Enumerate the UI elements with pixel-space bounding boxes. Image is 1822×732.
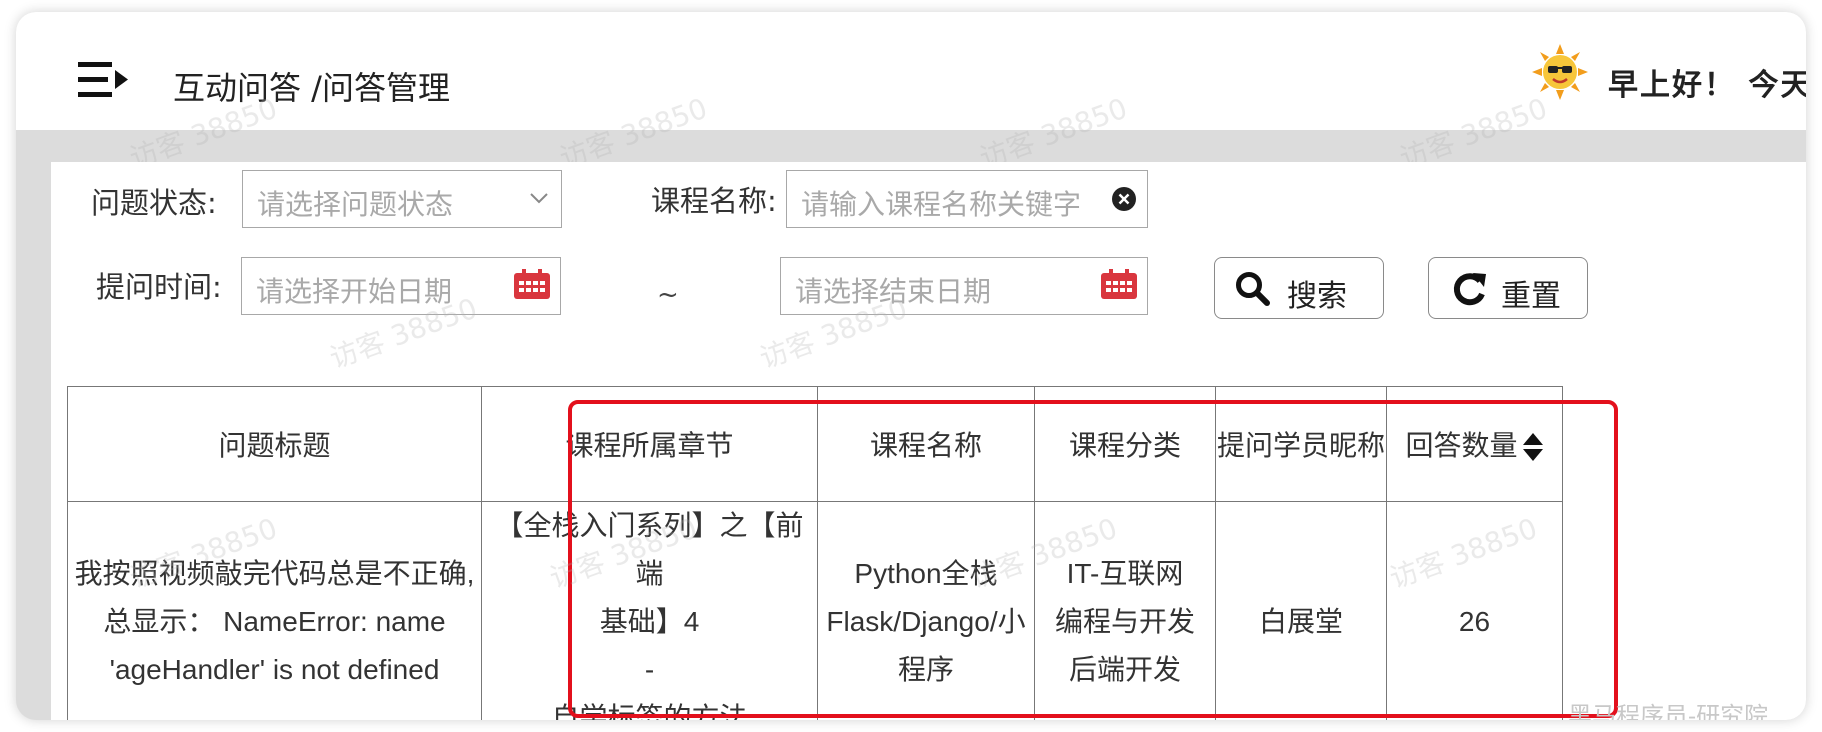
status-select[interactable]: 请选择问题状态 — [242, 170, 562, 228]
course-name-input[interactable]: 请输入课程名称关键字 — [786, 170, 1148, 228]
range-separator: ~ — [657, 280, 679, 310]
column-header-category: 课程分类 — [1034, 386, 1216, 502]
column-header-chapter: 课程所属章节 — [481, 386, 818, 502]
greeting-text: 早上好！ 今天 — [1608, 68, 1806, 103]
time-label: 提问时间: — [96, 270, 222, 304]
status-placeholder: 请选择问题状态 — [257, 188, 454, 221]
start-date-input[interactable]: 请选择开始日期 — [241, 257, 561, 315]
end-date-input[interactable]: 请选择结束日期 — [780, 257, 1148, 315]
sort-icon[interactable] — [1522, 432, 1544, 462]
reset-button[interactable]: 重置 — [1428, 257, 1588, 319]
column-header-answers-label: 回答数量 — [1405, 429, 1518, 462]
breadcrumb: 互动问答 /问答管理 — [173, 69, 450, 107]
nickname-cell: 白展堂 — [1215, 501, 1387, 720]
calendar-icon[interactable] — [1099, 269, 1139, 301]
chevron-down-icon — [530, 193, 548, 204]
clear-icon[interactable] — [1111, 186, 1137, 212]
reset-button-label: 重置 — [1501, 279, 1561, 314]
column-header-title: 问题标题 — [67, 386, 482, 502]
course-name-label: 课程名称: — [651, 184, 777, 218]
status-label: 问题状态: — [91, 186, 217, 220]
calendar-icon[interactable] — [512, 269, 552, 301]
brand-watermark: 黑马程序员-研究院 — [1568, 702, 1769, 720]
menu-toggle-icon[interactable] — [78, 60, 130, 100]
column-header-nickname: 提问学员昵称 — [1215, 386, 1387, 502]
search-icon — [1236, 272, 1270, 306]
table-row[interactable]: 我按照视频敲完代码总是不正确, 总显示： NameError: name 'ag… — [67, 501, 1563, 720]
app-window: 互动问答 /问答管理 早上好！ 今天 访客 38850 访客 38850 访客 … — [16, 12, 1806, 720]
column-header-answers[interactable]: 回答数量 — [1386, 386, 1563, 502]
search-button[interactable]: 搜索 — [1214, 257, 1384, 319]
course-name-cell: Python全栈 Flask/Django/小 程序 — [817, 501, 1035, 720]
questions-table: 问题标题 课程所属章节 课程名称 课程分类 提问学员昵称 回答数量 我按照视频敲… — [67, 386, 1563, 720]
table-header-row: 问题标题 课程所属章节 课程名称 课程分类 提问学员昵称 回答数量 — [67, 386, 1563, 502]
column-header-course: 课程名称 — [817, 386, 1035, 502]
search-button-label: 搜索 — [1287, 279, 1347, 314]
course-name-placeholder: 请输入课程名称关键字 — [801, 188, 1082, 221]
refresh-icon — [1453, 273, 1486, 306]
